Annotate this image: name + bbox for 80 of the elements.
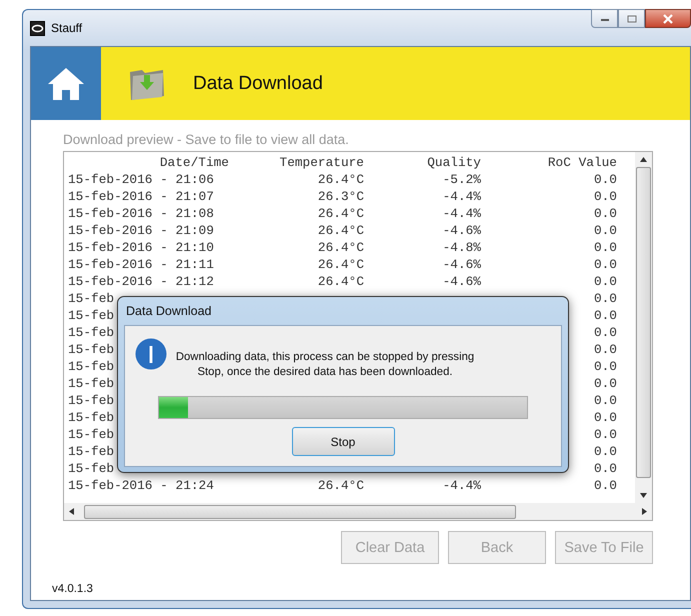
table-cell: 26.4°C: [318, 477, 364, 494]
version-label: v4.0.1.3: [52, 583, 94, 595]
table-cell: 26.4°C: [318, 171, 364, 188]
up-arrow-icon: [640, 157, 647, 162]
window-title: Stauff: [51, 21, 82, 35]
table-cell: 0.0: [594, 290, 617, 307]
column-header: Quality: [427, 154, 481, 171]
table-cell: 15-feb-2016 - 21:08: [68, 205, 214, 222]
table-cell: 15-feb-2016 - 21:07: [68, 188, 214, 205]
table-cell: 0.0: [594, 307, 617, 324]
home-button[interactable]: [31, 47, 101, 120]
table-cell: 15-feb-2016 - 21:06: [68, 171, 214, 188]
table-cell: 0.0: [594, 239, 617, 256]
table-cell: 0.0: [594, 324, 617, 341]
table-cell: 0.0: [594, 358, 617, 375]
table-cell: 0.0: [594, 375, 617, 392]
table-cell: -4.8%: [442, 239, 481, 256]
table-cell: 0.0: [594, 222, 617, 239]
right-arrow-icon: [642, 508, 647, 515]
home-icon: [46, 66, 86, 102]
stop-button[interactable]: Stop: [292, 427, 394, 456]
table-cell: 15-feb: [68, 443, 114, 460]
table-cell: -4.6%: [442, 222, 481, 239]
table-cell: 15-feb-2016 - 21:09: [68, 222, 214, 239]
table-cell: 0.0: [594, 426, 617, 443]
table-cell: 15-feb: [68, 290, 114, 307]
table-cell: 15-feb: [68, 375, 114, 392]
table-cell: 15-feb: [68, 409, 114, 426]
table-cell: 26.3°C: [318, 188, 364, 205]
info-icon: [135, 338, 167, 370]
horizontal-scrollbar[interactable]: [64, 503, 652, 520]
table-cell: 0.0: [594, 460, 617, 477]
table-cell: 15-feb: [68, 341, 114, 358]
dialog-title: Data Download: [125, 303, 212, 320]
table-cell: 15-feb-2016 - 21:10: [68, 239, 214, 256]
table-cell: -4.4%: [442, 188, 481, 205]
table-cell: 15-feb: [68, 307, 114, 324]
table-cell: 15-feb-2016 - 21:12: [68, 273, 214, 290]
table-cell: 15-feb: [68, 426, 114, 443]
table-cell: 15-feb: [68, 324, 114, 341]
dialog-message: Downloading data, this process can be stopped by pressing Stop, once the desired data has been downloaded.: [175, 350, 475, 380]
maximize-icon: [626, 14, 636, 22]
table-cell: -4.6%: [442, 273, 481, 290]
table-cell: 0.0: [594, 409, 617, 426]
table-cell: 15-feb: [68, 460, 114, 477]
table-cell: 0.0: [594, 256, 617, 273]
close-icon: [662, 14, 674, 24]
table-cell: 0.0: [594, 477, 617, 494]
table-cell: 15-feb-2016 - 21:11: [68, 256, 214, 273]
app-icon: [30, 20, 45, 36]
table-cell: 26.4°C: [318, 239, 364, 256]
page-title: Data Download: [193, 72, 323, 94]
minimize-button[interactable]: [591, 9, 618, 28]
table-cell: 26.4°C: [318, 222, 364, 239]
table-cell: 0.0: [594, 205, 617, 222]
table-cell: -4.6%: [442, 256, 481, 273]
table-cell: 26.4°C: [318, 205, 364, 222]
table-cell: 0.0: [594, 188, 617, 205]
column-header: Date/Time: [160, 154, 229, 171]
table-cell: 0.0: [594, 341, 617, 358]
table-cell: -4.4%: [442, 205, 481, 222]
table-cell: -5.2%: [442, 171, 481, 188]
maximize-button[interactable]: [618, 9, 645, 28]
column-header: Temperature: [280, 154, 364, 171]
down-arrow-icon: [640, 493, 647, 498]
close-button[interactable]: [645, 9, 691, 28]
table-cell: 0.0: [594, 273, 617, 290]
table-cell: 15-feb: [68, 358, 114, 375]
column-header: RoC Value: [548, 154, 617, 171]
table-cell: 15-feb: [68, 392, 114, 409]
table-cell: 26.4°C: [318, 273, 364, 290]
table-cell: 15-feb-2016 - 21:24: [68, 477, 214, 494]
table-cell: 0.0: [594, 443, 617, 460]
table-cell: 0.0: [594, 392, 617, 409]
table-cell: 0.0: [594, 171, 617, 188]
vertical-scrollbar[interactable]: [635, 152, 652, 503]
table-cell: 26.4°C: [318, 256, 364, 273]
left-arrow-icon: [69, 508, 74, 515]
table-cell: -4.4%: [442, 477, 481, 494]
preview-label: Download preview - Save to file to view all data.: [63, 132, 350, 149]
